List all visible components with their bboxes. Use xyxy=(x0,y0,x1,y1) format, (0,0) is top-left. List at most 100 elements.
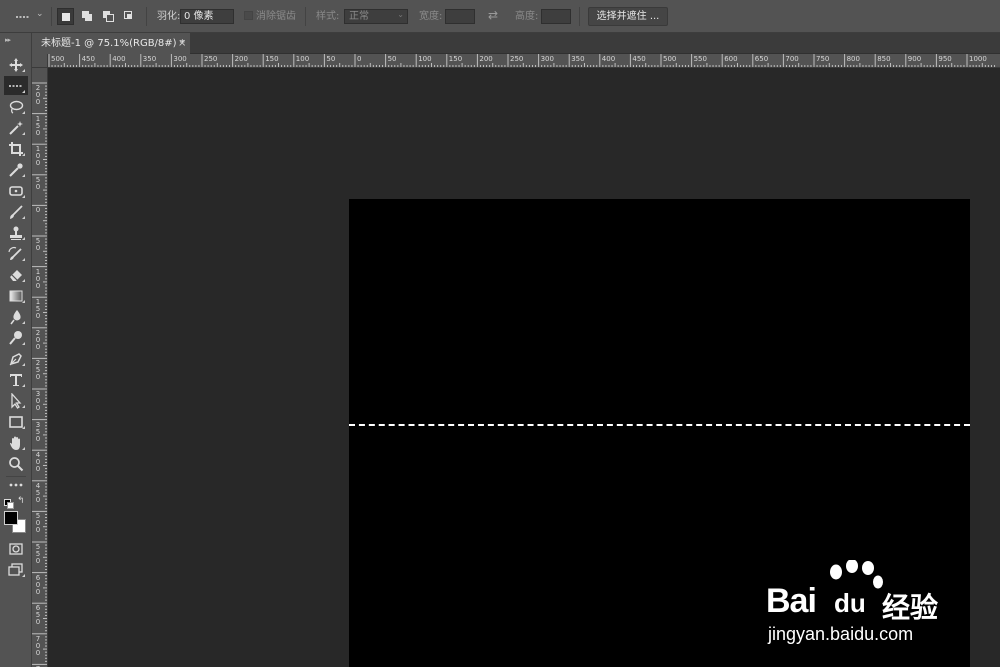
ruler-label: 600 xyxy=(35,573,41,596)
ruler-label: 250 xyxy=(510,55,524,63)
ruler-label: 900 xyxy=(907,55,922,63)
vertical-ruler[interactable]: 200 150 100 50 0 50 100 150 200 250 300 350 400 450 50… xyxy=(32,68,48,667)
ruler-label: 300 xyxy=(540,55,554,63)
ruler-label: 350 xyxy=(35,420,41,443)
separator xyxy=(579,7,580,26)
ruler-label: 600 xyxy=(724,55,738,63)
magic-wand-tool[interactable] xyxy=(4,118,28,137)
corner-indicator xyxy=(22,237,25,240)
add-to-selection-button[interactable] xyxy=(79,8,96,25)
zoom-icon xyxy=(9,456,24,471)
hand-tool[interactable] xyxy=(4,433,28,452)
corner-indicator xyxy=(22,447,25,450)
more-tools-button[interactable] xyxy=(4,474,28,493)
eyedropper-tool[interactable] xyxy=(4,160,28,179)
ruler-label: 500 xyxy=(35,512,41,535)
eraser-tool[interactable] xyxy=(4,265,28,284)
ruler-label: 50 xyxy=(35,237,41,252)
move-tool[interactable] xyxy=(4,55,28,74)
height-input[interactable] xyxy=(541,9,571,24)
corner-indicator xyxy=(22,132,25,135)
ruler-label: 150 xyxy=(35,298,41,321)
lasso-tool[interactable] xyxy=(4,97,28,116)
subtract-selection-icon-part xyxy=(106,14,114,22)
feather-input[interactable]: 0 像素 xyxy=(180,9,234,24)
crop-tool[interactable] xyxy=(4,139,28,158)
path-selection-tool[interactable] xyxy=(4,391,28,410)
ruler-label: 250 xyxy=(35,359,41,382)
swap-dimensions-icon[interactable]: ⇄ xyxy=(488,8,498,22)
separator xyxy=(51,7,52,26)
screen-mode-button[interactable] xyxy=(4,560,28,579)
gradient-tool[interactable] xyxy=(4,286,28,305)
ruler-label: 650 xyxy=(35,604,41,627)
ruler-label: 750 xyxy=(816,55,830,63)
width-input[interactable] xyxy=(445,9,475,24)
ruler-label: 100 xyxy=(35,145,41,168)
ruler-label: 500 xyxy=(663,55,677,63)
ruler-label: 1000 xyxy=(969,55,987,63)
default-colors-icon[interactable] xyxy=(4,499,14,509)
ruler-label: 850 xyxy=(877,55,891,63)
ruler-label: 400 xyxy=(601,55,616,63)
watermark-url: jingyan.baidu.com xyxy=(768,624,914,644)
default-colors-bg xyxy=(7,502,14,509)
type-tool[interactable] xyxy=(4,370,28,389)
ruler-label: 700 xyxy=(785,55,799,63)
ruler-label: 250 xyxy=(204,55,218,63)
rectangle-tool[interactable] xyxy=(4,412,28,431)
clone-stamp-tool[interactable] xyxy=(4,223,28,242)
add-selection-icon-part xyxy=(85,14,92,21)
dodge-tool[interactable] xyxy=(4,328,28,347)
patch-tool[interactable] xyxy=(4,181,28,200)
chevron-down-icon: ⌄ xyxy=(397,10,404,19)
height-label: 高度: xyxy=(515,11,539,22)
blur-tool[interactable] xyxy=(4,307,28,326)
ruler-label: 550 xyxy=(693,55,707,63)
style-select[interactable]: 正常 ⌄ xyxy=(344,9,408,24)
intersect-selection-button[interactable] xyxy=(121,8,138,25)
ruler-label: 200 xyxy=(35,328,41,351)
corner-indicator xyxy=(22,279,25,282)
new-selection-button[interactable] xyxy=(57,8,74,25)
single-row-marquee-tool[interactable] xyxy=(4,76,28,95)
ruler-label: 200 xyxy=(35,84,41,106)
ruler-label: 150 xyxy=(448,55,463,63)
corner-indicator xyxy=(22,321,25,324)
ruler-label: 200 xyxy=(234,55,248,63)
foreground-color-swatch[interactable] xyxy=(4,511,18,525)
subtract-from-selection-button[interactable] xyxy=(100,8,117,25)
quick-mask-icon xyxy=(9,542,23,555)
style-value: 正常 xyxy=(349,11,369,22)
corner-indicator xyxy=(22,342,25,345)
quick-mask-button[interactable] xyxy=(4,539,28,558)
ruler-label: 450 xyxy=(35,481,41,504)
intersect-selection-icon-part xyxy=(127,14,131,18)
ruler-label: 700 xyxy=(35,634,41,657)
ruler-label: 50 xyxy=(35,175,41,191)
panel-collapse-icon[interactable]: ▸▸ xyxy=(5,36,11,44)
ruler-origin[interactable] xyxy=(32,54,48,68)
pen-tool[interactable] xyxy=(4,349,28,368)
select-and-mask-button[interactable]: 选择并遮住 ... xyxy=(588,7,668,26)
ruler-label: 500 xyxy=(51,55,65,63)
ruler-label: 350 xyxy=(142,55,157,63)
swap-colors-icon[interactable]: ↰ xyxy=(17,496,25,506)
brush-tool[interactable] xyxy=(4,202,28,221)
corner-indicator xyxy=(22,111,25,114)
zoom-tool[interactable] xyxy=(4,454,28,473)
corner-indicator xyxy=(22,384,25,387)
antialias-checkbox[interactable] xyxy=(244,11,253,20)
document-tab[interactable]: 未标题-1 @ 75.1%(RGB/8#) * xyxy=(32,33,190,54)
tool-preset-picker[interactable]: ⌄ xyxy=(14,9,46,24)
history-brush-tool[interactable] xyxy=(4,244,28,263)
feather-value: 0 像素 xyxy=(184,11,214,22)
ruler-label: 450 xyxy=(632,55,646,63)
horizontal-ruler[interactable]: 500 450 400 350 300 250 200 150 100 50 0 50 100 150 20… xyxy=(48,54,1000,68)
corner-indicator xyxy=(22,90,25,93)
ruler-label: 100 xyxy=(35,267,41,290)
chevron-down-icon: ⌄ xyxy=(36,9,44,19)
close-tab-icon[interactable]: × xyxy=(178,33,186,54)
watermark-brand: Bai xyxy=(766,582,817,620)
watermark-brand-cn: 经验 xyxy=(882,591,939,624)
